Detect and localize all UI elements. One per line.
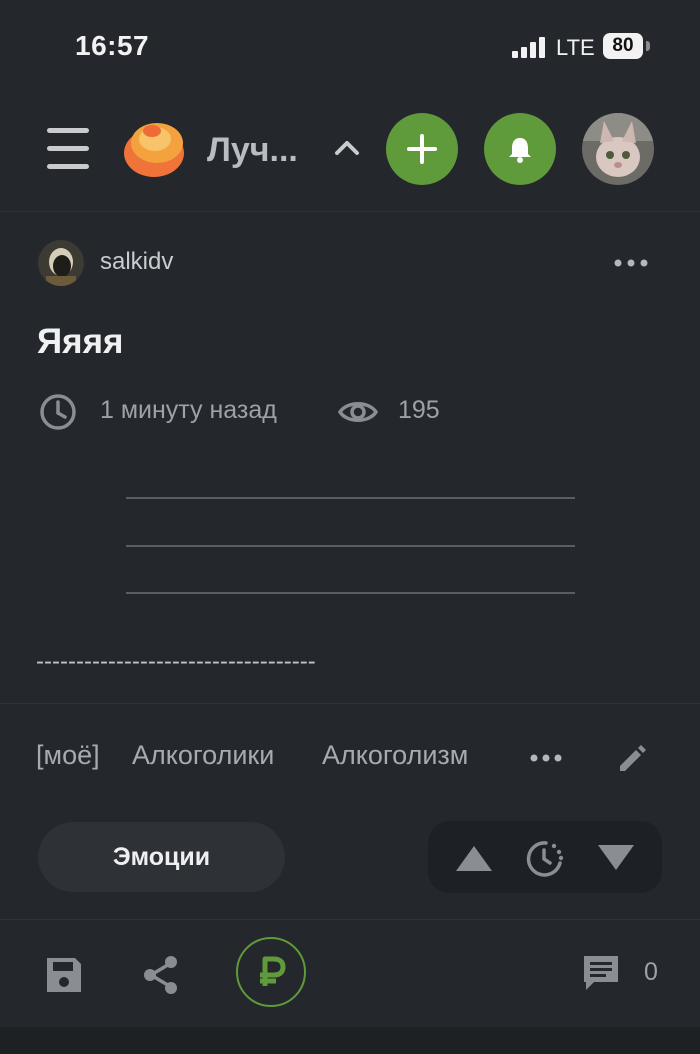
plus-icon xyxy=(407,134,437,164)
tag-item[interactable]: [моё] xyxy=(36,740,100,771)
post-title[interactable]: Яяяя xyxy=(37,322,123,362)
pencil-icon[interactable] xyxy=(614,740,650,776)
more-tags-icon[interactable] xyxy=(530,752,562,764)
chevron-up-icon[interactable] xyxy=(333,135,361,159)
arrow-up-icon[interactable] xyxy=(454,843,494,873)
eye-icon xyxy=(338,402,378,422)
feed-title[interactable]: Луч... xyxy=(207,131,298,170)
clock-icon xyxy=(40,394,76,430)
ruble-icon xyxy=(260,956,286,986)
tag-item[interactable]: Алкоголики xyxy=(132,740,274,771)
more-icon[interactable] xyxy=(612,256,650,270)
battery-icon: 80 xyxy=(603,33,643,59)
menu-icon[interactable] xyxy=(47,128,91,170)
post-footer: 0 xyxy=(0,919,700,1028)
author-avatar[interactable] xyxy=(38,240,84,286)
add-post-button[interactable] xyxy=(386,113,458,185)
bell-icon xyxy=(509,138,531,163)
logo-icon[interactable] xyxy=(122,117,188,179)
emotions-button[interactable]: Эмоции xyxy=(38,822,285,892)
author-name[interactable]: salkidv xyxy=(100,248,173,276)
share-icon[interactable] xyxy=(140,954,182,996)
vote-panel xyxy=(428,821,662,893)
signal-icon xyxy=(512,36,548,58)
next-post-edge xyxy=(0,1027,700,1054)
top-header: Луч... xyxy=(0,95,700,212)
battery-tip xyxy=(646,41,650,51)
horizontal-rule xyxy=(126,545,575,547)
status-bar: 16:57 LTE 80 xyxy=(0,0,700,95)
author-avatar-image xyxy=(38,240,84,286)
divider xyxy=(0,703,700,704)
network-type: LTE xyxy=(556,35,595,60)
save-icon[interactable] xyxy=(43,954,85,996)
post-time: 1 минуту назад xyxy=(100,396,277,424)
avatar-image xyxy=(582,113,654,185)
tag-item[interactable]: Алкоголизм xyxy=(322,740,468,771)
post-views: 195 xyxy=(398,396,440,424)
horizontal-rule xyxy=(126,592,575,594)
horizontal-rule xyxy=(126,497,575,499)
status-time: 16:57 xyxy=(75,30,150,61)
hot-icon[interactable] xyxy=(524,839,564,877)
separator-text: ----------------------------------- xyxy=(36,648,316,675)
donate-button[interactable] xyxy=(236,937,306,1007)
comments-count: 0 xyxy=(644,958,658,986)
user-avatar[interactable] xyxy=(582,113,654,185)
comment-icon[interactable] xyxy=(580,952,622,994)
arrow-down-icon[interactable] xyxy=(596,843,636,873)
notifications-button[interactable] xyxy=(484,113,556,185)
